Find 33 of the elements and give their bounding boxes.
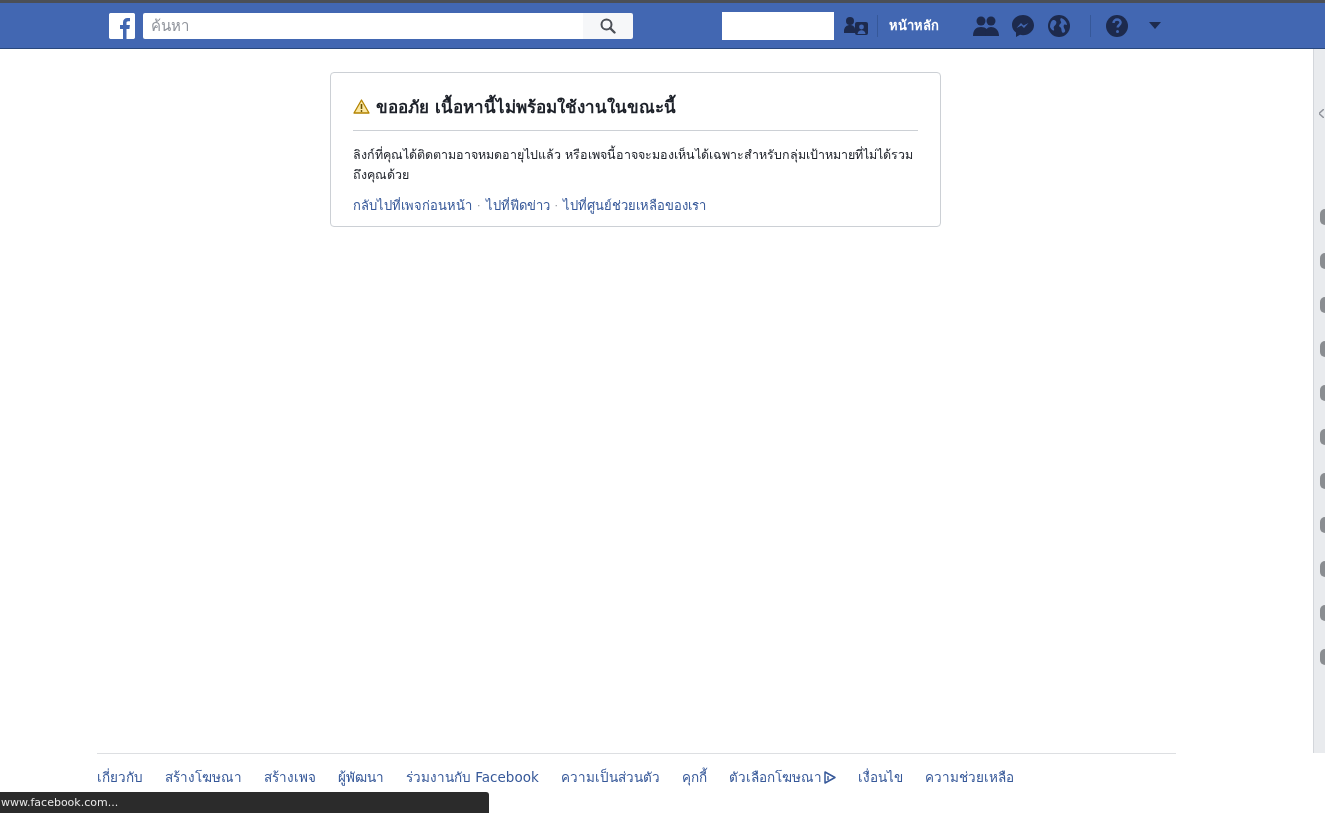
footer-link[interactable]: คุกกี้ bbox=[681, 766, 707, 788]
chevron-icon[interactable] bbox=[1319, 109, 1324, 118]
status-url: www.facebook.com... bbox=[0, 792, 489, 813]
warning-icon bbox=[353, 99, 370, 114]
footer-link[interactable]: สร้างเพจ bbox=[264, 766, 316, 788]
link-separator: · bbox=[554, 199, 558, 212]
caret-icon[interactable] bbox=[1149, 22, 1161, 29]
notice-link[interactable]: ไปที่ฟีดข่าว bbox=[485, 195, 550, 216]
messenger-icon[interactable] bbox=[1011, 13, 1035, 38]
notice-link[interactable]: กลับไปที่เพจก่อนหน้า bbox=[353, 195, 472, 216]
home-link[interactable]: หน้าหลัก bbox=[889, 15, 939, 36]
notice-title: ขออภัย เนื้อหานี้ไม่พร้อมใช้งานในขณะนี้ bbox=[376, 93, 676, 120]
footer-link[interactable]: เกี่ยวกับ bbox=[97, 766, 143, 788]
link-separator: · bbox=[477, 199, 481, 212]
search-field[interactable]: ค้นหา bbox=[143, 12, 583, 39]
search-icon bbox=[600, 17, 616, 34]
footer-link[interactable]: สร้างโฆษณา bbox=[165, 766, 242, 788]
footer-link[interactable]: ผู้พัฒนา bbox=[338, 766, 384, 788]
footer-link[interactable]: ตัวเลือกโฆษณา bbox=[728, 766, 836, 788]
notice-message: ลิงก์ที่คุณได้ติดตามอาจหมดอายุไปแล้ว หรือเพจนี้อาจจะมองเห็นได้เฉพาะสำหรับกลุ่มเป้าหมายที่ไม่ได้รวมถึงคุณด้วย bbox=[353, 145, 914, 185]
footer-link[interactable]: ความช่วยเหลือ bbox=[924, 766, 1014, 788]
logo-icon[interactable] bbox=[109, 12, 135, 39]
search-button[interactable] bbox=[583, 12, 633, 39]
notice-link[interactable]: ไปที่ศูนย์ช่วยเหลือของเรา bbox=[563, 195, 706, 216]
footer-link[interactable]: เงื่อนไข bbox=[857, 766, 903, 788]
help-icon[interactable] bbox=[1105, 13, 1129, 38]
profile-placeholder[interactable] bbox=[722, 11, 834, 40]
globe-icon[interactable] bbox=[1047, 13, 1071, 38]
footer-link[interactable]: ร่วมงานกับ Facebook bbox=[406, 766, 539, 788]
ad-choices-icon bbox=[822, 770, 836, 784]
footer-link[interactable]: ความเป็นส่วนตัว bbox=[560, 766, 660, 788]
friends-icon[interactable] bbox=[973, 15, 999, 36]
find-friends-icon[interactable] bbox=[844, 15, 868, 36]
